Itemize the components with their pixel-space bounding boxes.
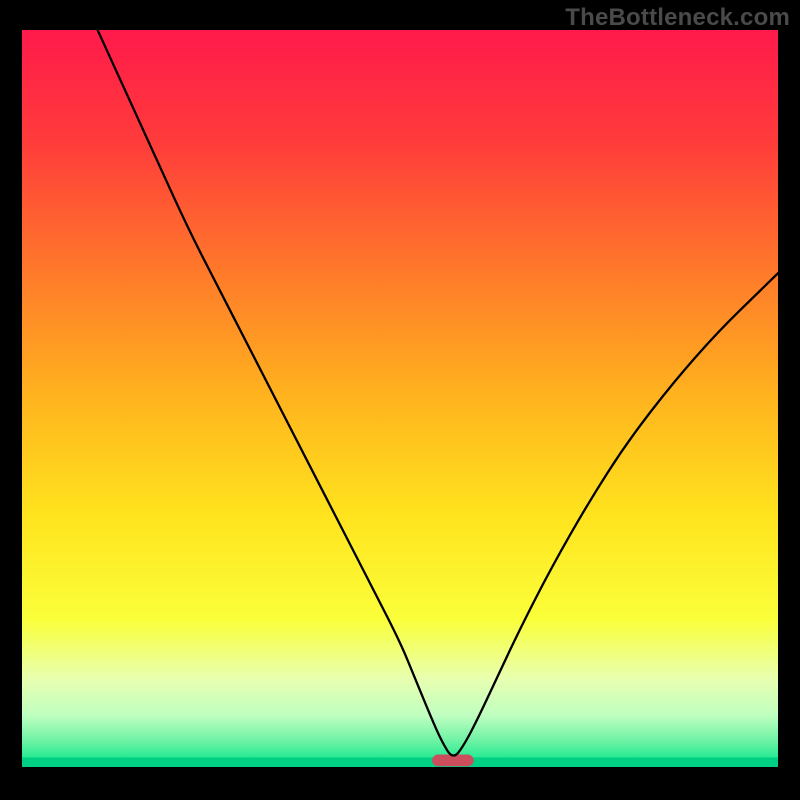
bottom-green-band — [22, 757, 778, 767]
watermark-text: TheBottleneck.com — [565, 4, 790, 32]
gradient-background — [22, 30, 778, 767]
chart-frame: TheBottleneck.com — [0, 0, 800, 800]
plot-area — [22, 30, 778, 767]
chart-svg — [22, 30, 778, 767]
